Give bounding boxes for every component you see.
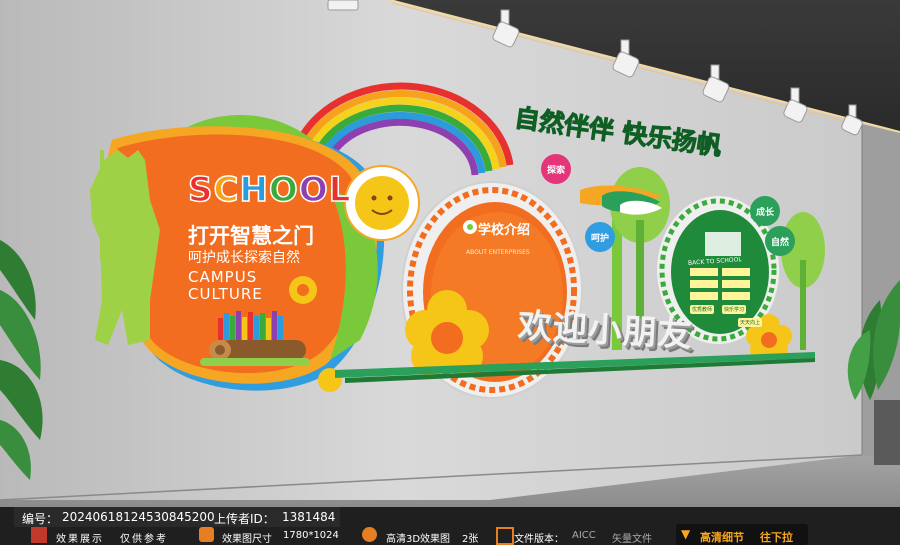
id-label: 编号： xyxy=(22,512,59,526)
size-icon xyxy=(199,527,214,542)
hd-icon xyxy=(362,527,377,542)
nature-explore-slogan: 呵护成长探索自然 xyxy=(188,250,300,266)
nature-bubble: 自然 xyxy=(765,226,795,256)
vector-label: 矢量文件 xyxy=(612,534,652,545)
id-value: 20240618124530845200 xyxy=(62,510,215,524)
version-label: 文件版本： xyxy=(514,534,564,545)
reference-tag: 仅供参考 xyxy=(120,534,168,545)
school-letter-5: O xyxy=(298,169,329,211)
school-intro-subtitle: ABOUT ENTERPRISES xyxy=(466,249,530,256)
school-intro-title: 学校介绍 xyxy=(478,223,531,238)
school-letter-1: S xyxy=(187,169,214,211)
version-value: AICC xyxy=(572,530,596,541)
hd-count: 2张 xyxy=(462,534,479,545)
culture-text: CULTURE xyxy=(188,285,263,303)
school-letter-2: C xyxy=(213,169,240,211)
board-item: 快乐学习 xyxy=(722,305,747,314)
board-item: 天天向上 xyxy=(738,318,763,327)
care-bubble: 呵护 xyxy=(585,222,615,252)
logo-icon xyxy=(31,527,47,543)
sun-icon xyxy=(344,165,420,241)
size-label: 效果图尺寸 xyxy=(222,534,272,545)
hd-detail-label: 高清细节 xyxy=(700,531,744,544)
size-value: 1780*1024 xyxy=(283,530,339,541)
version-icon xyxy=(496,527,514,545)
hd-label: 高清3D效果图 xyxy=(386,534,451,545)
school-title: SCHOOL xyxy=(187,169,352,211)
wisdom-slogan: 打开智慧之门 xyxy=(188,224,314,248)
board-item: 优秀教师 xyxy=(690,305,715,314)
campus-text: CAMPUS xyxy=(188,268,258,286)
chevron-down-icon: ▼ xyxy=(681,527,691,541)
display-tag: 效果展示 xyxy=(56,534,104,545)
flower-icon xyxy=(289,276,317,304)
explore-bubble: 探索 xyxy=(541,154,571,184)
growth-bubble: 成长 xyxy=(750,196,780,226)
school-letter-3: H xyxy=(239,169,269,211)
welcome-sign: 欢迎小朋友 xyxy=(516,306,694,356)
uploader-label: 上传者ID： xyxy=(214,512,275,526)
school-letter-6: L xyxy=(328,169,352,211)
school-letter-4: O xyxy=(268,169,299,211)
uploader-value: 1381484 xyxy=(282,510,336,524)
scroll-hint: 往下拉 xyxy=(760,531,793,544)
scene-illustration xyxy=(0,0,900,507)
